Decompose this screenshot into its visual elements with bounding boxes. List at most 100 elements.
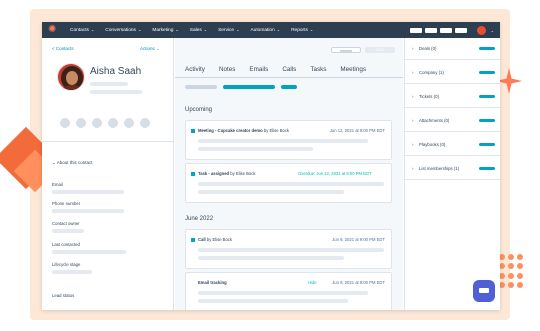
meeting-action-button[interactable] <box>140 118 150 128</box>
add-association-bar[interactable] <box>479 95 495 98</box>
placeholder-line <box>198 139 368 143</box>
association-tickets[interactable]: › Tickets (0) <box>405 86 500 108</box>
placeholder-line <box>198 182 384 186</box>
field-owner-value[interactable] <box>52 229 84 233</box>
filter-pill-active[interactable] <box>223 85 275 89</box>
association-label: Attachments (0) <box>419 118 450 123</box>
nav-label: Sales <box>189 28 202 33</box>
nav-automation[interactable]: Automation ⌄ <box>250 27 280 33</box>
hubspot-logo-icon[interactable]: ✺ <box>48 25 58 35</box>
association-attachments[interactable]: › Attachments (0) <box>405 110 500 132</box>
task-action-button[interactable] <box>124 118 134 128</box>
note-action-button[interactable] <box>60 118 70 128</box>
association-list-memberships[interactable]: › List memberships (1) <box>405 158 500 180</box>
chevron-down-icon: ⌄ <box>309 27 314 32</box>
card-title-text: Email tracking <box>198 280 227 285</box>
chevron-right-icon: › <box>412 70 414 75</box>
card-title: Meeting - Cupcake creator demo by Elise … <box>198 128 289 133</box>
placeholder-line <box>198 291 368 295</box>
field-email-value[interactable] <box>52 190 124 194</box>
top-navigation: ✺ Contacts ⌄ Conversations ⌄ Marketing ⌄ Sa… <box>42 22 500 38</box>
associations-sidebar: › Deals (0) › Company (1) › Tickets (0) … <box>404 38 500 310</box>
email-action-button[interactable] <box>76 118 86 128</box>
field-lifecycle-label: Lifecycle stage <box>52 262 81 267</box>
card-hide-link[interactable]: Hide <box>308 280 317 285</box>
association-label: Deals (0) <box>419 46 437 51</box>
field-owner-label: Contact owner <box>52 221 80 226</box>
nav-label: Conversations <box>105 28 136 33</box>
nav-label: Automation <box>250 28 275 33</box>
nav-label: Contacts <box>70 28 89 33</box>
tab-meetings[interactable]: Meetings <box>340 66 366 77</box>
log-activity-button[interactable]: LOG <box>365 47 395 53</box>
tab-tasks[interactable]: Tasks <box>310 66 326 77</box>
actions-dropdown[interactable]: Actions ⌄ <box>140 46 160 52</box>
chevron-down-icon: ⌄ <box>175 27 179 32</box>
field-lifecycle-value[interactable] <box>52 270 92 274</box>
add-association-bar[interactable] <box>479 143 495 146</box>
placeholder-line <box>198 299 348 303</box>
tab-emails[interactable]: Emails <box>249 66 268 77</box>
user-avatar[interactable] <box>476 25 486 35</box>
nav-marketing[interactable]: Marketing ⌄ <box>152 27 178 33</box>
activity-card-task[interactable]: Task - assigned by Elise Bock Overdue: J… <box>185 163 392 203</box>
tab-notes[interactable]: Notes <box>219 66 235 77</box>
activity-timeline: LOG Activity Notes Emails Calls Tasks Me… <box>175 38 403 310</box>
add-association-bar[interactable] <box>479 167 495 170</box>
nav-utility-button[interactable] <box>409 27 422 33</box>
association-playbooks[interactable]: › Playbooks (0) <box>405 134 500 156</box>
placeholder-line <box>198 147 313 151</box>
filter-toggle[interactable] <box>331 47 361 53</box>
activity-card-email[interactable]: Email tracking Hide Jun 9, 2021 at 9:00 … <box>185 272 392 310</box>
field-lead-status-label: Lead status <box>52 293 75 298</box>
nav-sales[interactable]: Sales ⌄ <box>190 27 207 33</box>
filter-pill[interactable] <box>185 85 217 89</box>
placeholder-line <box>90 82 128 86</box>
association-company[interactable]: › Company (1) <box>405 62 500 84</box>
placeholder-line <box>198 256 344 260</box>
chevron-right-icon: › <box>412 118 414 123</box>
card-date: Jun 12, 2021 at 9:00 PM EDT <box>329 128 385 133</box>
card-title-text: Task - assigned <box>198 171 230 176</box>
crm-window: ✺ Contacts ⌄ Conversations ⌄ Marketing ⌄ Sa… <box>42 22 500 310</box>
filter-pill[interactable] <box>281 85 297 89</box>
tab-calls[interactable]: Calls <box>282 66 296 77</box>
chevron-down-icon[interactable]: ⌄ <box>491 28 494 33</box>
nav-service[interactable]: Service ⌄ <box>218 27 239 33</box>
chevron-right-icon: › <box>412 94 414 99</box>
association-label: List memberships (1) <box>419 166 460 171</box>
contact-avatar <box>57 63 85 91</box>
about-section-toggle[interactable]: ⌄ About this contact <box>52 160 93 166</box>
timeline-header: LOG <box>175 38 403 60</box>
quick-actions <box>60 118 150 128</box>
card-overdue-status: Overdue: Jun 12, 2021 at 9:00 PM EDT <box>298 171 372 176</box>
card-title: Task - assigned by Elise Bock <box>198 171 255 176</box>
filter-pills <box>175 78 403 92</box>
placeholder-line <box>198 190 344 194</box>
nav-reports[interactable]: Reports ⌄ <box>291 27 313 33</box>
add-association-bar[interactable] <box>479 47 495 50</box>
chevron-down-icon: ⌄ <box>137 27 142 32</box>
nav-utility-button[interactable] <box>454 27 467 33</box>
add-association-bar[interactable] <box>479 71 495 74</box>
call-action-button[interactable] <box>92 118 102 128</box>
tab-activity[interactable]: Activity <box>185 66 205 77</box>
add-association-bar[interactable] <box>479 119 495 122</box>
association-deals[interactable]: › Deals (0) <box>405 38 500 60</box>
chat-widget-button[interactable] <box>473 280 495 302</box>
nav-label: Marketing <box>152 28 174 33</box>
nav-conversations[interactable]: Conversations ⌄ <box>105 27 141 33</box>
activity-card-call[interactable]: Call by Elise Bock Jun 9, 2021 at 9:00 P… <box>185 229 392 269</box>
nav-utility-button[interactable] <box>424 27 437 33</box>
log-action-button[interactable] <box>108 118 118 128</box>
back-to-contacts-link[interactable]: < Contacts <box>52 46 74 51</box>
card-title: Call by Elise Bock <box>198 237 232 242</box>
contact-name: Aisha Saah <box>90 66 142 77</box>
activity-card-meeting[interactable]: Meeting - Cupcake creator demo by Elise … <box>185 120 392 160</box>
card-date: Jun 9, 2021 at 9:00 PM EDT <box>332 237 385 242</box>
nav-contacts[interactable]: Contacts ⌄ <box>70 27 94 33</box>
contact-header: < Contacts Actions ⌄ Aisha Saah <box>42 38 173 142</box>
field-phone-value[interactable] <box>52 209 124 213</box>
field-last-contacted-value[interactable] <box>52 250 126 254</box>
nav-utility-button[interactable] <box>439 27 452 33</box>
